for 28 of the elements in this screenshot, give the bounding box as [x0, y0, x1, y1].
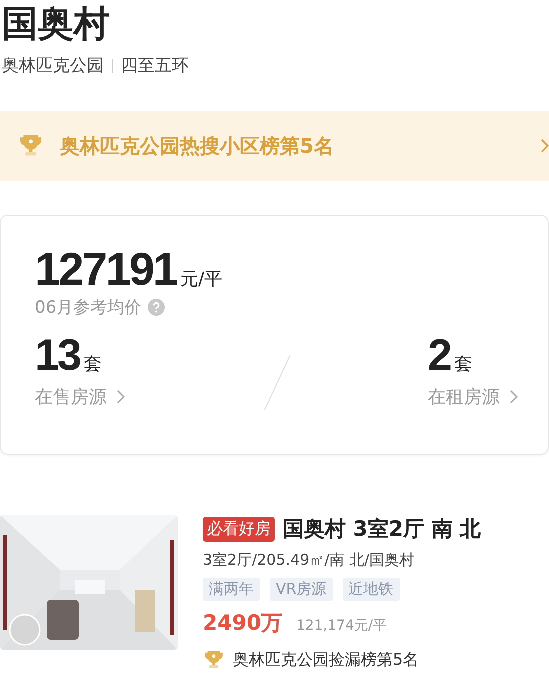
listing-count: 2: [428, 331, 450, 381]
chevron-icon: [117, 390, 125, 404]
count-unit: 套: [454, 353, 472, 376]
page-title: 国奥村: [1, 3, 111, 47]
count-unit: 套: [84, 353, 102, 376]
feature-tag: VR房源: [270, 578, 333, 601]
listing-count: 13: [35, 331, 80, 381]
trophy-icon: [203, 649, 225, 671]
listings-link[interactable]: 在租房源: [428, 385, 518, 409]
feature-tag: 满两年: [203, 578, 260, 601]
rank-text: 奥林匹克公园热搜小区榜第5名: [60, 132, 335, 160]
listings-link[interactable]: 在售房源: [35, 385, 225, 409]
rank-text: 奥林匹克公园捡漏榜第5名: [233, 650, 420, 670]
feature-tag: 近地铁: [342, 578, 400, 601]
rank-banner[interactable]: 奥林匹克公园热搜小区榜第5名: [0, 111, 549, 181]
area-label: 奥林匹克公园: [2, 55, 104, 77]
chevron-icon: [541, 139, 549, 153]
price-unit: 元/平: [180, 268, 223, 291]
chevron-icon: [510, 390, 518, 404]
featured-badge: 必看好房: [203, 516, 275, 542]
ring-label: 四至五环: [121, 55, 189, 77]
average-price: 127191: [35, 244, 176, 294]
trophy-icon: [18, 133, 44, 159]
total-price: 2490万: [203, 610, 282, 637]
listing-details: 3室2厅/205.49㎡/南 北/国奥村: [203, 551, 416, 570]
price-caption: 06月参考均价: [35, 297, 142, 319]
listing-title[interactable]: 国奥村 3室2厅 南 北: [283, 515, 482, 543]
unit-price: 121,174元/平: [296, 617, 388, 635]
